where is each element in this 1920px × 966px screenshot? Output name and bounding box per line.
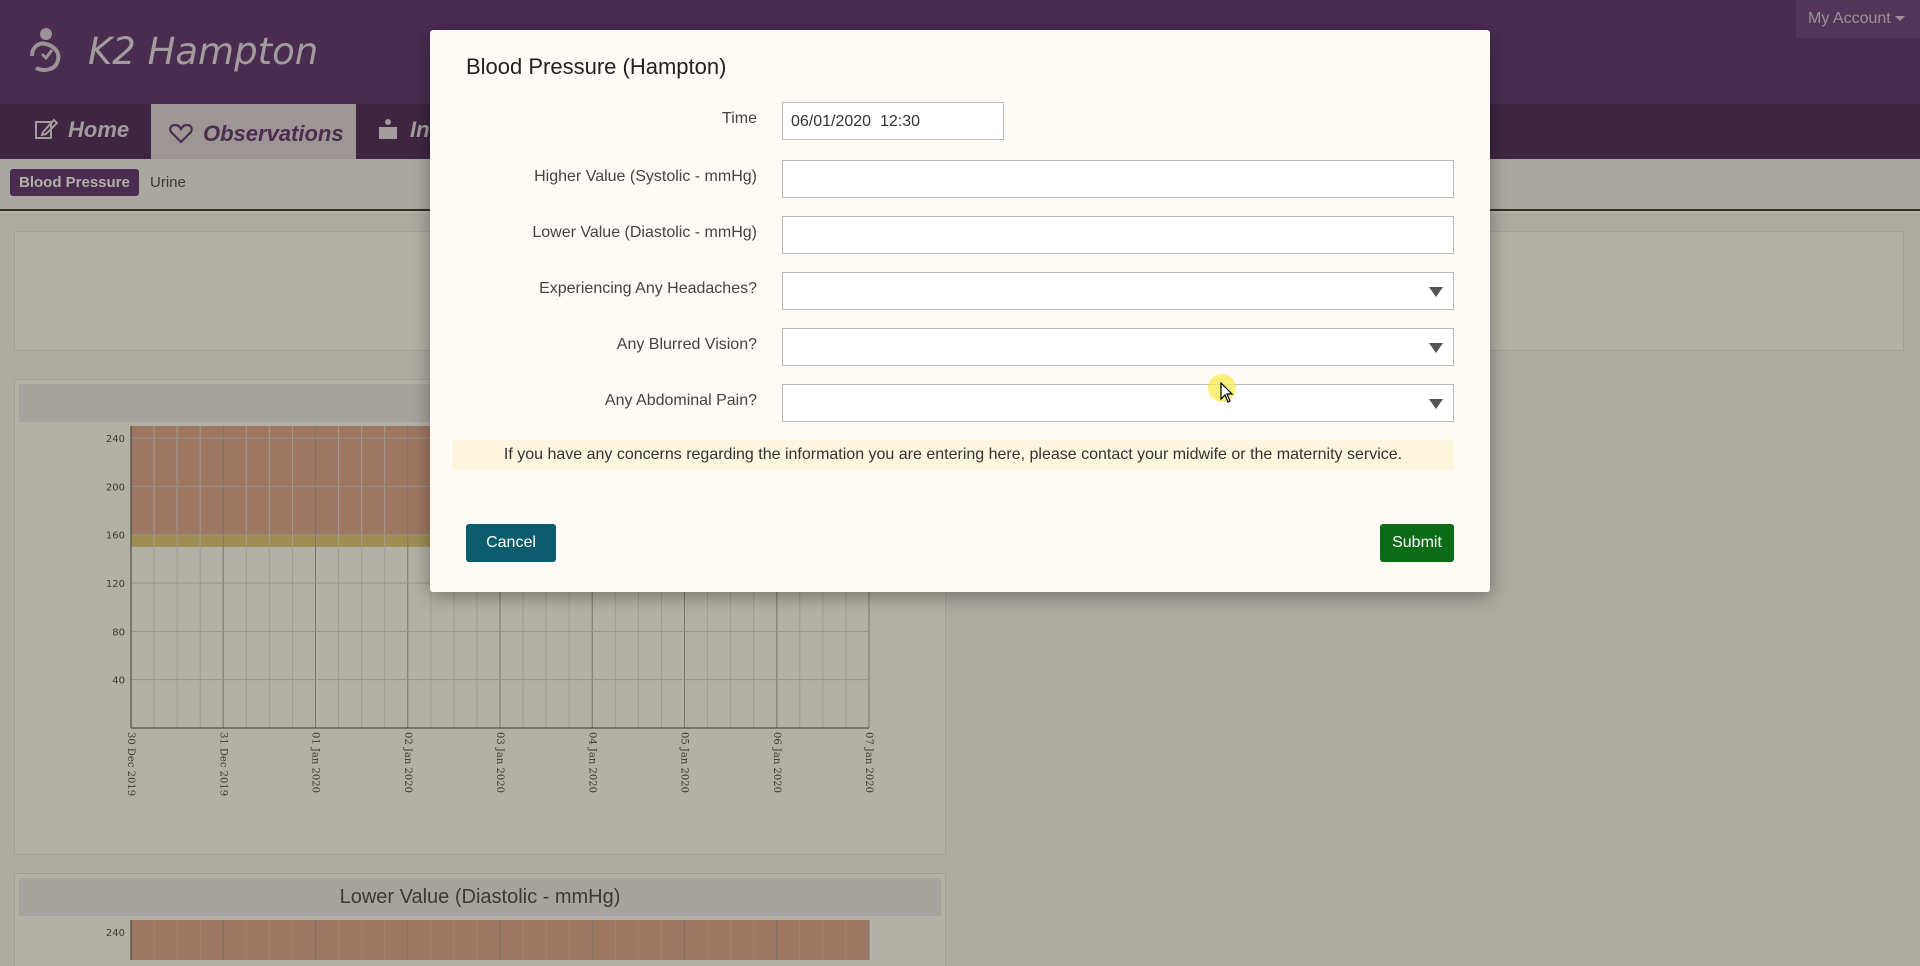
headaches-label: Experiencing Any Headaches?: [539, 280, 757, 297]
abdominal-row: Any Abdominal Pain?: [430, 384, 1490, 422]
diastolic-input[interactable]: [782, 216, 1454, 254]
headaches-row: Experiencing Any Headaches?: [430, 272, 1490, 310]
vision-select[interactable]: [782, 328, 1454, 366]
mouse-pointer-icon: [1220, 382, 1234, 403]
time-label: Time: [722, 110, 757, 127]
time-input[interactable]: 06/01/2020 12:30: [782, 102, 1004, 140]
time-row: Time 06/01/2020 12:30: [430, 102, 1490, 140]
dropdown-arrow-icon: [1429, 399, 1443, 409]
abdominal-select[interactable]: [782, 384, 1454, 422]
concerns-notice: If you have any concerns regarding the i…: [452, 440, 1454, 470]
submit-button[interactable]: Submit: [1380, 524, 1454, 562]
systolic-label: Higher Value (Systolic - mmHg): [534, 168, 757, 185]
blood-pressure-modal: Blood Pressure (Hampton) Time 06/01/2020…: [430, 30, 1490, 592]
abdominal-label: Any Abdominal Pain?: [604, 392, 757, 409]
cancel-button[interactable]: Cancel: [466, 524, 556, 562]
systolic-input[interactable]: [782, 160, 1454, 198]
diastolic-label: Lower Value (Diastolic - mmHg): [532, 224, 757, 241]
modal-title: Blood Pressure (Hampton): [466, 54, 727, 79]
diastolic-row: Lower Value (Diastolic - mmHg): [430, 216, 1490, 254]
dropdown-arrow-icon: [1429, 343, 1443, 353]
dropdown-arrow-icon: [1429, 287, 1443, 297]
systolic-row: Higher Value (Systolic - mmHg): [430, 160, 1490, 198]
vision-row: Any Blurred Vision?: [430, 328, 1490, 366]
headaches-select[interactable]: [782, 272, 1454, 310]
vision-label: Any Blurred Vision?: [616, 336, 757, 353]
